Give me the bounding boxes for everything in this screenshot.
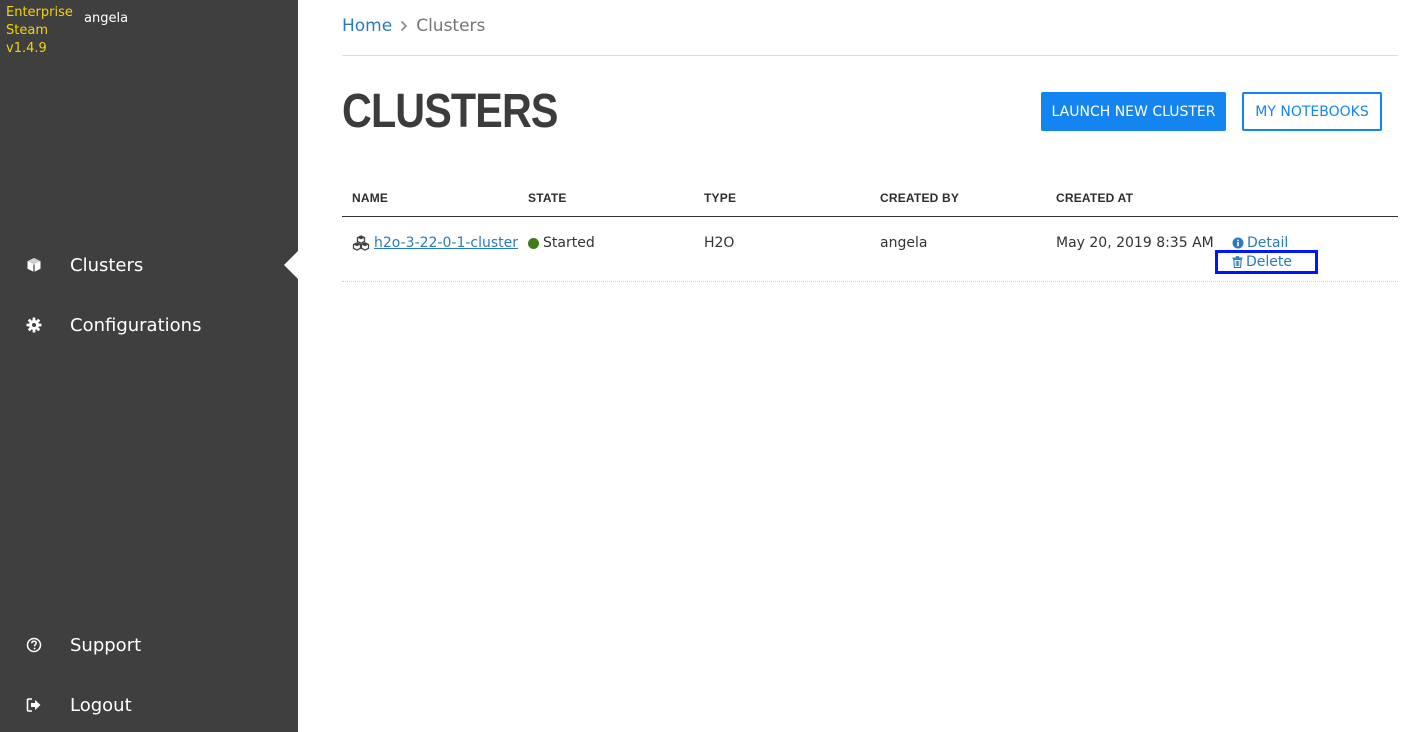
breadcrumb: Home Clusters [342, 16, 485, 36]
sidebar-item-logout[interactable]: Logout [0, 683, 298, 727]
column-header-created-at[interactable]: CREATED AT [1056, 191, 1133, 205]
table-header: NAME STATE TYPE CREATED BY CREATED AT [342, 180, 1398, 217]
clusters-table: NAME STATE TYPE CREATED BY CREATED AT h2… [342, 180, 1398, 282]
detail-label: Detail [1247, 235, 1289, 251]
sidebar-item-label: Configurations [70, 314, 202, 336]
trash-icon [1232, 256, 1243, 268]
sidebar-item-label: Logout [70, 694, 132, 716]
column-header-state[interactable]: STATE [528, 191, 567, 205]
column-header-name[interactable]: NAME [352, 191, 388, 205]
cluster-type: H2O [704, 235, 735, 251]
breadcrumb-current: Clusters [416, 16, 486, 36]
status-started-icon [528, 237, 539, 249]
sidebar-item-support[interactable]: Support [0, 623, 298, 667]
table-row: h2o-3-22-0-1-cluster Started H2O angela … [342, 217, 1398, 282]
cluster-state-cell: Started [528, 235, 595, 251]
brand-line-2: Steam [6, 23, 48, 38]
detail-link[interactable]: Detail [1232, 235, 1288, 251]
info-circle-icon [1232, 237, 1244, 249]
sidebar-item-clusters[interactable]: Clusters [0, 243, 298, 287]
chevron-right-icon [399, 20, 409, 32]
sidebar-item-label: Clusters [70, 254, 144, 276]
cube-icon [25, 256, 43, 274]
page-title: CLUSTERS [342, 85, 558, 138]
cluster-state: Started [543, 235, 595, 251]
cluster-name-cell: h2o-3-22-0-1-cluster [352, 235, 518, 251]
question-circle-icon [25, 636, 43, 654]
cluster-created-at: May 20, 2019 8:35 AM [1056, 235, 1214, 251]
column-header-type[interactable]: TYPE [704, 191, 736, 205]
sidebar-item-label: Support [70, 634, 142, 656]
brand-line-1: Enterprise [6, 5, 73, 20]
breadcrumb-home-link[interactable]: Home [342, 16, 392, 36]
active-nav-indicator [284, 251, 298, 279]
cubes-icon [352, 235, 370, 251]
cluster-created-by: angela [880, 235, 928, 251]
cluster-name-link[interactable]: h2o-3-22-0-1-cluster [374, 235, 518, 251]
current-username: angela [84, 11, 129, 26]
my-notebooks-button[interactable]: MY NOTEBOOKS [1242, 92, 1382, 131]
header-divider [342, 55, 1398, 56]
gear-icon [25, 316, 43, 334]
delete-link[interactable]: Delete [1215, 250, 1318, 274]
sign-out-icon [25, 696, 43, 714]
launch-new-cluster-button[interactable]: LAUNCH NEW CLUSTER [1041, 92, 1226, 131]
delete-label: Delete [1246, 254, 1292, 270]
sidebar-item-configurations[interactable]: Configurations [0, 303, 298, 347]
column-header-created-by[interactable]: CREATED BY [880, 191, 959, 205]
sidebar: Enterprise Steam v1.4.9 angela Clusters [0, 0, 298, 732]
brand-logo[interactable]: Enterprise Steam v1.4.9 [6, 4, 81, 58]
brand-version: v1.4.9 [6, 41, 47, 56]
